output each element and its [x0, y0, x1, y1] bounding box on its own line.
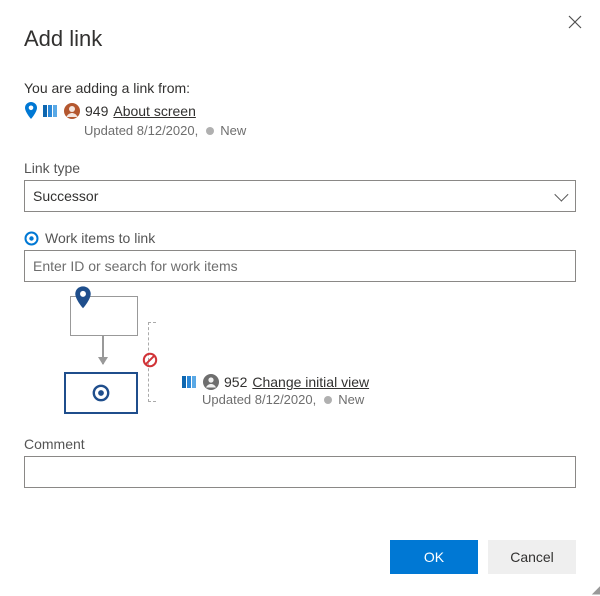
chevron-down-icon [554, 188, 568, 202]
target-icon [92, 384, 110, 402]
work-items-label-row: Work items to link [24, 230, 576, 246]
comment-input[interactable] [24, 456, 576, 488]
arrow-down-icon [102, 336, 104, 364]
linked-work-item: 952 Change initial view Updated 8/12/202… [182, 374, 369, 407]
link-type-select[interactable]: Successor [24, 180, 576, 212]
work-items-search-input[interactable] [24, 250, 576, 282]
dialog-title: Add link [24, 26, 576, 52]
prohibited-icon [142, 352, 158, 368]
linked-title-link[interactable]: Change initial view [252, 374, 369, 390]
work-item-type-icon [43, 104, 59, 118]
source-id: 949 [85, 103, 108, 119]
source-work-item: 949 About screen [24, 102, 576, 120]
linked-state: New [338, 392, 364, 407]
dialog-prompt: You are adding a link from: [24, 80, 576, 96]
cancel-button[interactable]: Cancel [488, 540, 576, 574]
ok-button[interactable]: OK [390, 540, 478, 574]
state-dot-icon [206, 127, 214, 135]
linked-updated: Updated 8/12/2020, [202, 392, 316, 407]
source-state: New [220, 123, 246, 138]
work-items-label: Work items to link [45, 230, 155, 246]
close-button[interactable] [564, 10, 586, 34]
location-pin-icon [24, 102, 38, 120]
source-meta: Updated 8/12/2020, New [84, 123, 576, 138]
linked-id: 952 [224, 374, 247, 390]
location-pin-icon [74, 286, 92, 310]
resize-handle-icon: ◢ [592, 586, 598, 592]
link-type-label: Link type [24, 160, 576, 176]
state-dot-icon [324, 396, 332, 404]
unassigned-avatar-icon [203, 374, 219, 390]
avatar-icon [64, 103, 80, 119]
source-title-link[interactable]: About screen [113, 103, 196, 119]
comment-label: Comment [24, 436, 576, 452]
relationship-diagram [24, 296, 164, 416]
close-icon [568, 15, 582, 29]
target-icon [24, 231, 39, 246]
source-updated: Updated 8/12/2020, [84, 123, 198, 138]
diagram-target-box [64, 372, 138, 414]
work-item-type-icon [182, 375, 198, 389]
link-type-value: Successor [33, 188, 98, 204]
